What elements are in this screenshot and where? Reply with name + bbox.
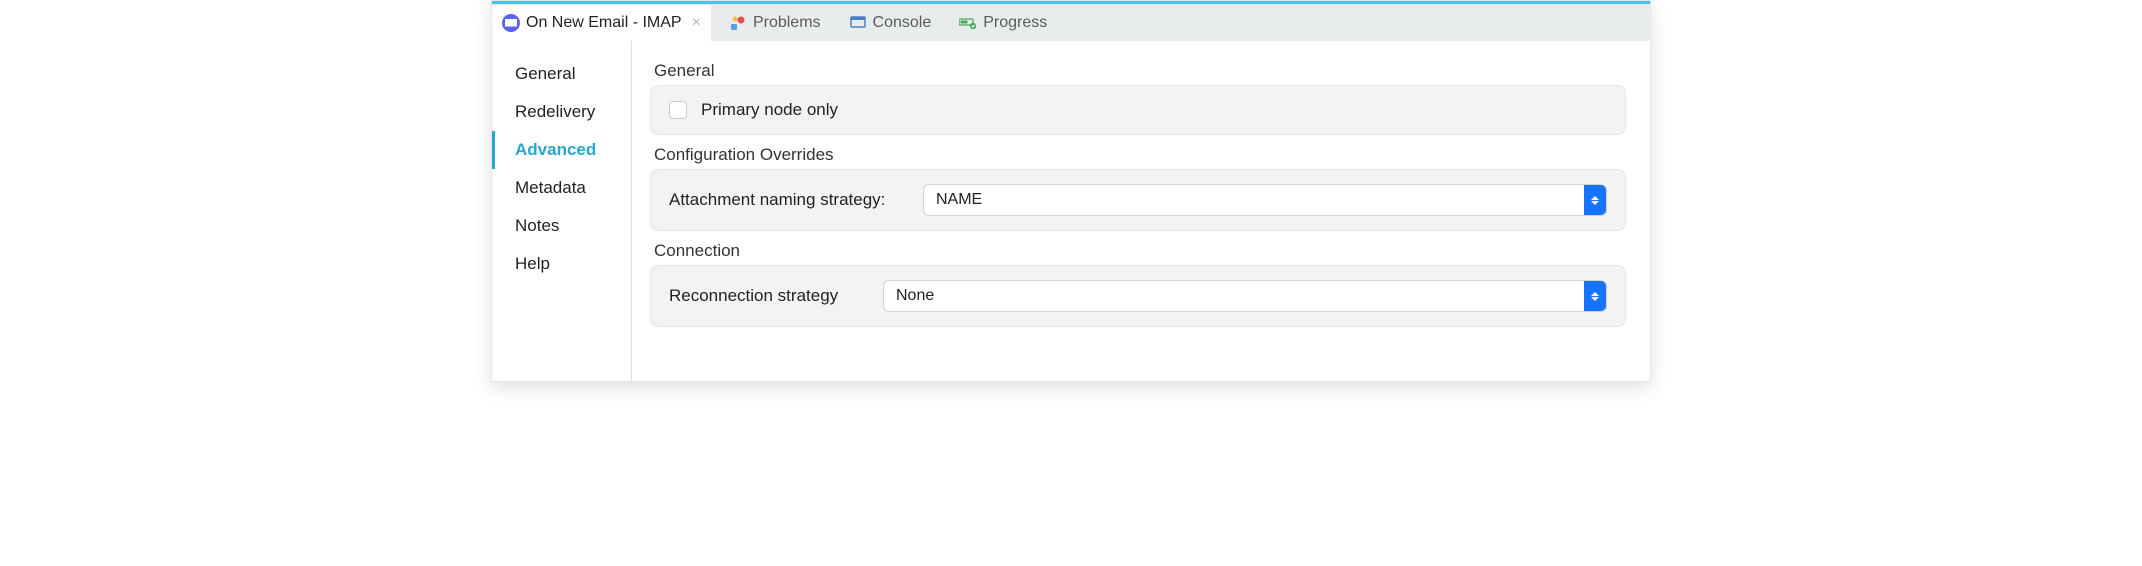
- chevron-updown-icon: [1584, 185, 1606, 215]
- tab-problems[interactable]: Problems: [719, 4, 831, 41]
- panel-body: General Redelivery Advanced Metadata Not…: [492, 41, 1650, 381]
- section-connection: Reconnection strategy None: [650, 265, 1626, 327]
- email-icon: [502, 14, 520, 32]
- tab-label: Console: [873, 14, 932, 32]
- sidebar-item-advanced[interactable]: Advanced: [492, 131, 631, 169]
- attachment-naming-value: NAME: [924, 191, 1584, 209]
- section-title-config-overrides: Configuration Overrides: [654, 145, 1626, 165]
- close-icon[interactable]: ×: [688, 14, 701, 32]
- main-content: General Primary node only Configuration …: [632, 41, 1650, 381]
- sidebar-item-general[interactable]: General: [492, 55, 631, 93]
- progress-icon: [959, 14, 977, 32]
- sidebar: General Redelivery Advanced Metadata Not…: [492, 41, 632, 381]
- attachment-naming-label: Attachment naming strategy:: [669, 190, 909, 210]
- sidebar-item-help[interactable]: Help: [492, 245, 631, 283]
- config-panel-window: On New Email - IMAP × Problems Console P…: [491, 0, 1651, 382]
- field-attachment-naming: Attachment naming strategy: NAME: [669, 184, 1607, 216]
- field-reconnection: Reconnection strategy None: [669, 280, 1607, 312]
- section-general: Primary node only: [650, 85, 1626, 135]
- sidebar-item-notes[interactable]: Notes: [492, 207, 631, 245]
- reconnection-label: Reconnection strategy: [669, 286, 869, 306]
- section-title-connection: Connection: [654, 241, 1626, 261]
- reconnection-value: None: [884, 287, 1584, 305]
- sidebar-item-metadata[interactable]: Metadata: [492, 169, 631, 207]
- console-icon: [849, 14, 867, 32]
- primary-node-only-checkbox[interactable]: [669, 101, 687, 119]
- section-config-overrides: Attachment naming strategy: NAME: [650, 169, 1626, 231]
- tab-label: On New Email - IMAP: [526, 14, 682, 32]
- tab-label: Progress: [983, 14, 1047, 32]
- field-primary-node-only: Primary node only: [669, 100, 1607, 120]
- problems-icon: [729, 14, 747, 32]
- tab-bar: On New Email - IMAP × Problems Console P…: [492, 1, 1650, 41]
- section-title-general: General: [654, 61, 1626, 81]
- reconnection-select[interactable]: None: [883, 280, 1607, 312]
- tab-progress[interactable]: Progress: [949, 4, 1057, 41]
- primary-node-only-label: Primary node only: [701, 100, 838, 120]
- tab-console[interactable]: Console: [839, 4, 942, 41]
- tab-label: Problems: [753, 14, 821, 32]
- sidebar-item-redelivery[interactable]: Redelivery: [492, 93, 631, 131]
- attachment-naming-select[interactable]: NAME: [923, 184, 1607, 216]
- tab-on-new-email-imap[interactable]: On New Email - IMAP ×: [492, 5, 711, 42]
- chevron-updown-icon: [1584, 281, 1606, 311]
